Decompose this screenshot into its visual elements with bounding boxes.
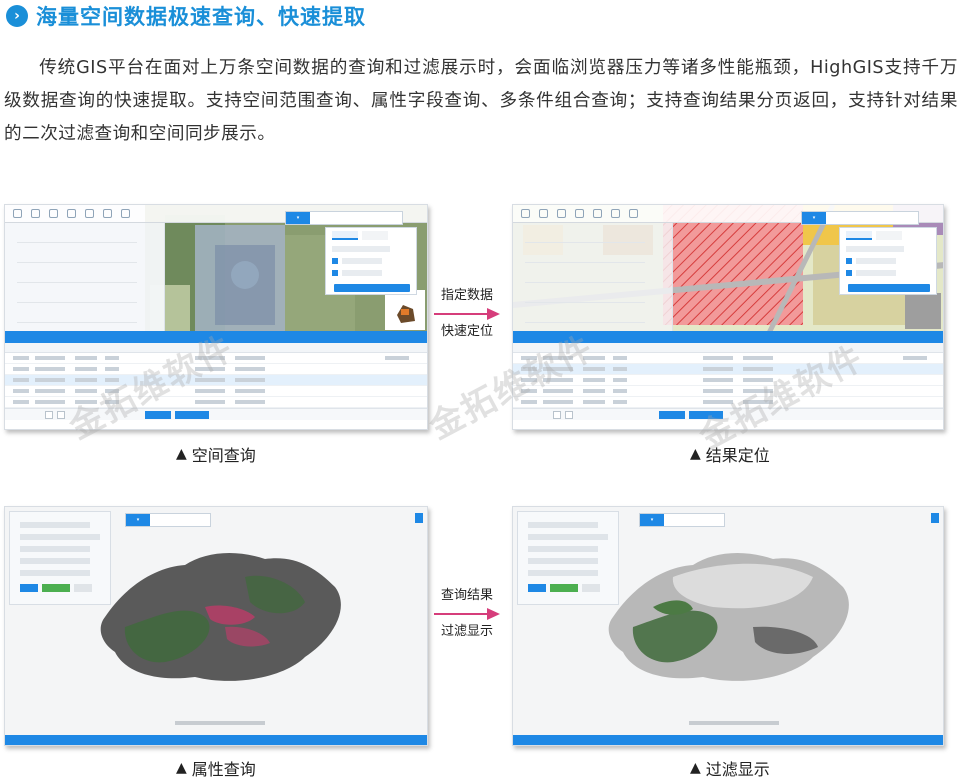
search-button[interactable]: ▾ (126, 514, 150, 526)
page-button[interactable] (565, 411, 573, 419)
reset-button[interactable] (42, 584, 70, 592)
caption-filter-display: ▲ 过滤显示 (690, 756, 770, 780)
caption-text: 结果定位 (705, 446, 770, 465)
query-button[interactable] (20, 584, 38, 592)
caption-result-locate: ▲ 结果定位 (690, 442, 770, 466)
table-row[interactable] (513, 364, 943, 375)
query-button[interactable] (528, 584, 546, 592)
toolbar-icon[interactable] (521, 209, 530, 218)
layer-panel-button[interactable] (334, 284, 410, 292)
pagination (513, 408, 943, 420)
spatial-query-screenshot: ▾ (4, 204, 428, 430)
locate-arrow: 指定数据 快速定位 (434, 286, 500, 342)
toolbar-icon[interactable] (85, 209, 94, 218)
toolbar-icon[interactable] (557, 209, 566, 218)
table-row[interactable] (5, 364, 427, 375)
sync-display-button[interactable] (175, 411, 209, 419)
toolbar-icon[interactable] (31, 209, 40, 218)
arrow-label-2: 快速定位 (440, 324, 493, 339)
page-button[interactable] (45, 411, 53, 419)
clear-button[interactable] (582, 584, 600, 592)
table-row[interactable] (5, 353, 427, 364)
toolbar-icon[interactable] (629, 209, 638, 218)
table-row[interactable] (513, 353, 943, 364)
arrow-right-icon (434, 308, 500, 320)
caption-spatial-query: ▲ 空间查询 (176, 442, 256, 466)
layer-panel (839, 227, 937, 295)
map-search-box[interactable]: ▾ (285, 211, 403, 225)
attribute-query-panel (9, 511, 111, 605)
page-button[interactable] (57, 411, 65, 419)
map-search-box[interactable]: ▾ (639, 513, 725, 527)
map-search-box[interactable]: ▾ (801, 211, 919, 225)
caption-text: 过滤显示 (705, 760, 770, 779)
intro-paragraph: 传统GIS平台在面对上万条空间数据的查询和过滤展示时，会面临浏览器压力等诸多性能… (4, 58, 958, 144)
toolbar-icon[interactable] (121, 209, 130, 218)
toolbar-icon[interactable] (593, 209, 602, 218)
triangle-up-icon: ▲ (690, 760, 701, 776)
attribute-query-screenshot: ▾ (4, 506, 428, 746)
query-side-panel (5, 223, 165, 343)
coordinate-readout (175, 721, 265, 725)
toolbar-icon[interactable] (611, 209, 620, 218)
section-title: 海量空间数据极速查询、快速提取 (36, 5, 366, 29)
toolbar-icon[interactable] (575, 209, 584, 218)
caption-text: 空间查询 (191, 446, 256, 465)
table-row[interactable] (513, 397, 943, 408)
arrow-label-1: 指定数据 (440, 288, 493, 303)
pagination (5, 408, 427, 420)
triangle-up-icon: ▲ (690, 446, 701, 462)
result-grid (5, 331, 427, 429)
query-side-panel (513, 223, 673, 343)
arrow-label-2: 过滤显示 (440, 624, 493, 639)
filter-display-screenshot: ▾ (512, 506, 944, 746)
arrow-label-1: 查询结果 (440, 588, 493, 603)
side-tool-icon[interactable] (931, 513, 939, 523)
triangle-up-icon: ▲ (176, 446, 187, 462)
toolbar-icon[interactable] (13, 209, 22, 218)
filter-arrow: 查询结果 过滤显示 (434, 586, 500, 642)
table-row[interactable] (5, 375, 427, 386)
table-row[interactable] (5, 386, 427, 397)
status-bar (513, 735, 943, 745)
secondary-filter-button[interactable] (145, 411, 171, 419)
table-row[interactable] (513, 386, 943, 397)
secondary-filter-button[interactable] (659, 411, 685, 419)
search-button[interactable]: ▾ (640, 514, 664, 526)
sync-display-button[interactable] (689, 411, 723, 419)
layer-panel (325, 227, 417, 295)
result-grid (513, 331, 943, 429)
side-tool-icon[interactable] (415, 513, 423, 523)
layer-panel-button[interactable] (848, 284, 930, 292)
clear-button[interactable] (74, 584, 92, 592)
arrow-right-icon (434, 608, 500, 620)
chevron-right-icon: › (6, 5, 28, 27)
caption-text: 属性查询 (191, 760, 256, 779)
toolbar-icon[interactable] (67, 209, 76, 218)
search-button[interactable]: ▾ (802, 212, 826, 224)
search-button[interactable]: ▾ (286, 212, 310, 224)
toolbar-icon[interactable] (539, 209, 548, 218)
reset-button[interactable] (550, 584, 578, 592)
result-locate-screenshot: ▾ (512, 204, 944, 430)
section-header: › 海量空间数据极速查询、快速提取 (6, 2, 366, 30)
toolbar-icon[interactable] (103, 209, 112, 218)
triangle-up-icon: ▲ (176, 760, 187, 776)
caption-attribute-query: ▲ 属性查询 (176, 756, 256, 780)
table-row[interactable] (5, 397, 427, 408)
map-search-box[interactable]: ▾ (125, 513, 211, 527)
attribute-query-panel (517, 511, 619, 605)
table-row[interactable] (513, 375, 943, 386)
coordinate-readout (689, 721, 779, 725)
toolbar-icon[interactable] (49, 209, 58, 218)
page-button[interactable] (553, 411, 561, 419)
status-bar (5, 735, 427, 745)
